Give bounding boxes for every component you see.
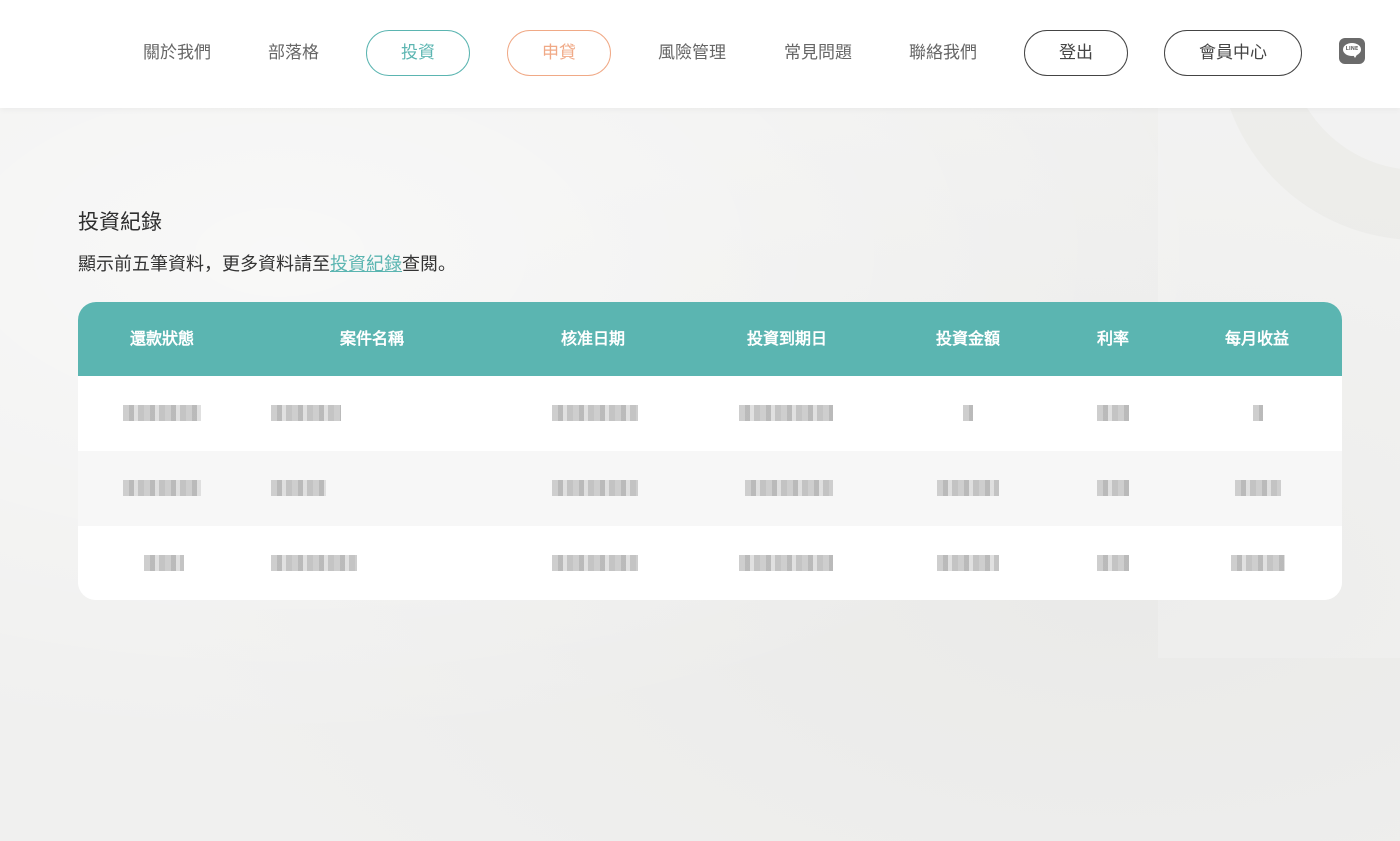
cell-maturity-redacted: [745, 480, 833, 496]
cell-rate-redacted: [1097, 480, 1129, 496]
table-row[interactable]: [78, 376, 1342, 451]
cell-approval-redacted: [552, 555, 638, 571]
nav-blog[interactable]: 部落格: [268, 30, 319, 76]
nav-invest-button[interactable]: 投資: [366, 30, 470, 76]
nav-loan-button[interactable]: 申貸: [507, 30, 611, 76]
cell-status-redacted: [123, 480, 201, 496]
line-bubble-tail: [1352, 53, 1358, 58]
nav-about[interactable]: 關於我們: [143, 30, 211, 76]
cell-amount-redacted: [963, 405, 973, 421]
section-description: 顯示前五筆資料，更多資料請至投資紀錄查閱。: [78, 250, 456, 276]
cell-income-redacted: [1253, 405, 1263, 421]
member-center-button[interactable]: 會員中心: [1164, 30, 1302, 76]
page: 關於我們 部落格 投資 申貸 風險管理 常見問題 聯絡我們 登出 會員中心 LI…: [0, 0, 1400, 841]
line-icon-text: LINE: [1345, 46, 1359, 52]
site-header: 關於我們 部落格 投資 申貸 風險管理 常見問題 聯絡我們 登出 會員中心 LI…: [0, 0, 1400, 108]
cell-income-redacted: [1231, 555, 1285, 571]
cell-amount-redacted: [937, 480, 999, 496]
nav-contact[interactable]: 聯絡我們: [909, 30, 977, 76]
nav-risk[interactable]: 風險管理: [658, 30, 726, 76]
table-row[interactable]: [78, 451, 1342, 526]
cell-maturity-redacted: [739, 555, 833, 571]
section-title: 投資紀錄: [78, 210, 162, 234]
th-monthly-income: 每月收益: [1224, 329, 1290, 348]
cell-approval-redacted: [552, 405, 638, 421]
desc-before: 顯示前五筆資料，更多資料請至: [78, 254, 330, 275]
cell-maturity-redacted: [739, 405, 833, 421]
cell-name-redacted: [271, 405, 341, 421]
cell-status-redacted: [123, 405, 201, 421]
main-nav: 關於我們 部落格 投資 申貸 風險管理 常見問題 聯絡我們 登出 會員中心: [0, 30, 1400, 76]
th-maturity-date: 投資到期日: [746, 329, 828, 348]
nav-faq[interactable]: 常見問題: [784, 30, 852, 76]
desc-after: 查閱。: [402, 254, 456, 275]
cell-name-redacted: [271, 480, 326, 496]
cell-rate-redacted: [1097, 405, 1129, 421]
table-header: 還款狀態 案件名稱 核准日期 投資到期日 投資金額 利率 每月收益: [78, 302, 1342, 376]
investment-table: 還款狀態 案件名稱 核准日期 投資到期日 投資金額 利率 每月收益: [78, 302, 1342, 600]
investment-records-link[interactable]: 投資紀錄: [330, 254, 402, 275]
logout-button[interactable]: 登出: [1024, 30, 1128, 76]
th-repayment-status: 還款狀態: [129, 329, 195, 348]
th-rate: 利率: [1096, 329, 1130, 348]
th-case-name: 案件名稱: [339, 329, 405, 348]
cell-status-redacted: [144, 555, 184, 571]
table-row[interactable]: [78, 526, 1342, 600]
cell-approval-redacted: [552, 480, 638, 496]
cell-income-redacted: [1235, 480, 1281, 496]
cell-amount-redacted: [937, 555, 999, 571]
line-icon[interactable]: LINE: [1339, 38, 1365, 64]
th-approval-date: 核准日期: [560, 329, 626, 348]
cell-rate-redacted: [1097, 555, 1129, 571]
cell-name-redacted: [271, 555, 357, 571]
th-amount: 投資金額: [935, 329, 1001, 348]
